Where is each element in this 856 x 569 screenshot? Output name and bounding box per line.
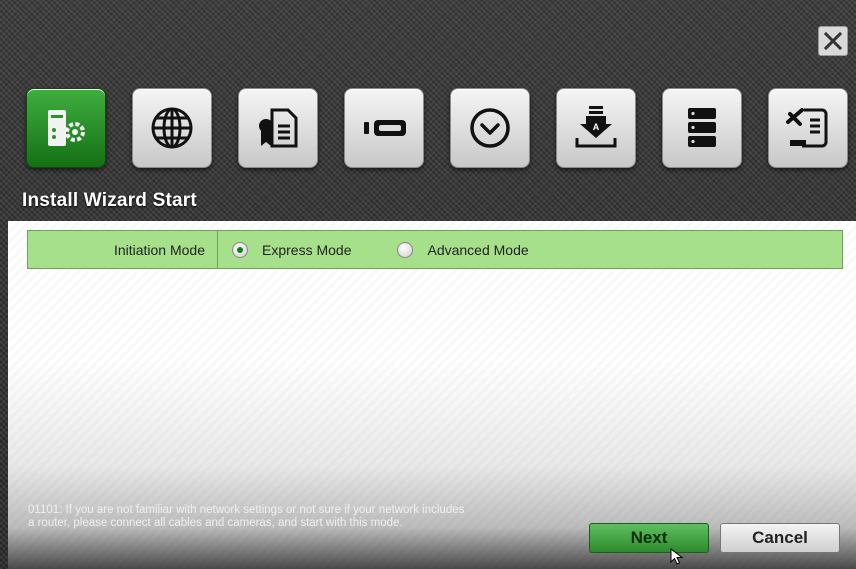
express-mode-label: Express Mode [262,241,352,258]
svg-text:A: A [593,122,600,132]
step-time[interactable] [450,88,530,168]
advanced-mode-option[interactable]: Advanced Mode [397,241,529,258]
clock-icon [470,108,510,148]
step-recording[interactable]: A [556,88,636,168]
install-wizard-window: A Install Wizard Start Initiation Mode E… [0,0,856,569]
step-storage[interactable] [662,88,742,168]
step-network[interactable] [132,88,212,168]
storage-drives-icon [688,108,716,147]
express-mode-option[interactable]: Express Mode [232,241,352,258]
wizard-steps: A [26,88,850,174]
camera-device-icon [364,120,406,136]
close-button[interactable] [818,26,848,56]
content-panel: Initiation Mode Express Mode Advanced Mo… [8,221,856,569]
initiation-mode-label: Initiation Mode [28,231,218,268]
next-button[interactable]: Next [589,523,709,553]
step-server-settings[interactable] [26,88,106,168]
download-tray-icon: A [575,106,617,148]
mouse-cursor-icon [670,548,684,565]
advanced-mode-radio[interactable] [397,241,414,258]
certificate-document-icon [259,108,298,148]
express-mode-radio[interactable] [232,241,248,258]
globe-icon [151,107,193,149]
step-license[interactable] [238,88,318,168]
step-camera[interactable] [344,88,424,168]
server-settings-icon [48,110,85,146]
close-icon [823,31,843,51]
cancel-button[interactable]: Cancel [720,523,840,553]
tools-scroll-icon [786,108,828,148]
step-tools[interactable] [768,88,848,168]
page-title: Install Wizard Start [22,190,197,211]
advanced-mode-label: Advanced Mode [427,241,529,258]
help-note: 01101: If you are not familiar with netw… [28,504,465,529]
initiation-mode-row: Initiation Mode Express Mode Advanced Mo… [27,230,843,269]
